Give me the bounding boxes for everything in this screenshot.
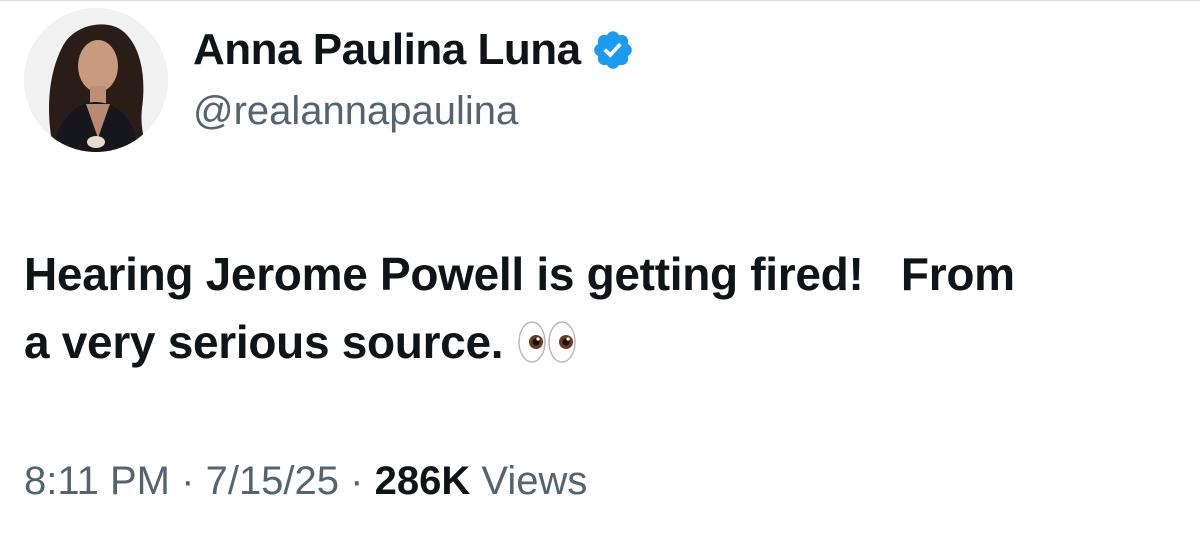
display-name-text: Anna Paulina Luna	[193, 25, 581, 74]
tweet-text-line-2: a very serious source.	[24, 316, 504, 368]
avatar[interactable]	[24, 8, 168, 152]
display-name[interactable]: Anna Paulina Luna	[193, 24, 635, 76]
tweet-text-line-1: Hearing Jerome Powell is getting fired! …	[24, 248, 1015, 300]
eyes-emoji-icon	[517, 314, 577, 363]
tweet-card: Anna Paulina Luna @realannapaulina Heari…	[0, 0, 1200, 534]
meta-separator: ·	[181, 459, 195, 503]
views-label: Views	[481, 459, 588, 503]
tweet-text: Hearing Jerome Powell is getting fired! …	[24, 240, 1200, 376]
verified-badge-icon	[591, 28, 635, 72]
tweet-date[interactable]: 7/15/25	[206, 459, 339, 503]
tweet-time[interactable]: 8:11 PM	[24, 459, 170, 503]
user-handle[interactable]: @realannapaulina	[193, 86, 518, 136]
views-count: 286K	[374, 459, 471, 503]
avatar-image	[24, 8, 168, 152]
meta-separator: ·	[350, 459, 364, 503]
tweet-text-line-2-wrap: a very serious source.	[24, 308, 1200, 376]
tweet-meta: 8:11 PM · 7/15/25 · 286K Views	[24, 455, 587, 507]
